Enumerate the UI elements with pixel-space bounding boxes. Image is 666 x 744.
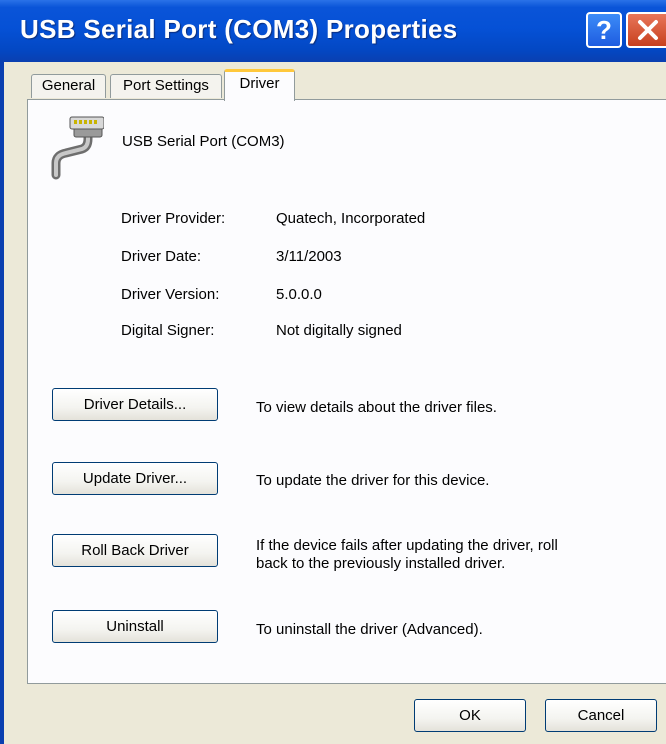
roll-back-driver-button[interactable]: Roll Back Driver: [52, 534, 218, 567]
uninstall-button[interactable]: Uninstall: [52, 610, 218, 643]
driver-version-value: 5.0.0.0: [276, 286, 322, 303]
ok-button[interactable]: OK: [414, 699, 526, 732]
driver-version-label: Driver Version:: [121, 286, 220, 303]
roll-back-driver-description: If the device fails after updating the d…: [256, 537, 558, 573]
help-button[interactable]: ?: [586, 12, 622, 48]
roll-back-description-line-2: back to the previously installed driver.: [256, 555, 506, 572]
driver-date-label: Driver Date:: [121, 248, 202, 265]
update-driver-button[interactable]: Update Driver...: [52, 462, 218, 495]
roll-back-description-line-1: If the device fails after updating the d…: [256, 537, 558, 554]
update-driver-description: To update the driver for this device.: [256, 472, 490, 489]
cancel-button[interactable]: Cancel: [545, 699, 657, 732]
digital-signer-value: Not digitally signed: [276, 322, 402, 339]
tab-port-settings[interactable]: Port Settings: [110, 74, 222, 98]
window-title: USB Serial Port (COM3) Properties: [20, 14, 458, 44]
driver-date-value: 3/11/2003: [276, 248, 342, 265]
driver-provider-value: Quatech, Incorporated: [276, 210, 426, 227]
help-icon: ?: [596, 14, 612, 45]
close-icon: [638, 20, 658, 40]
tab-driver[interactable]: Driver: [224, 69, 295, 101]
device-name: USB Serial Port (COM3): [122, 133, 285, 150]
serial-port-icon: [51, 116, 104, 180]
uninstall-description: To uninstall the driver (Advanced).: [256, 621, 483, 638]
digital-signer-label: Digital Signer:: [121, 322, 215, 339]
close-button[interactable]: [626, 12, 666, 48]
driver-details-description: To view details about the driver files.: [256, 399, 497, 416]
driver-provider-label: Driver Provider:: [121, 210, 226, 227]
window-frame-left: [0, 62, 4, 744]
tab-general[interactable]: General: [31, 74, 106, 98]
title-bar[interactable]: USB Serial Port (COM3) Properties ?: [0, 0, 666, 62]
driver-details-button[interactable]: Driver Details...: [52, 388, 218, 421]
